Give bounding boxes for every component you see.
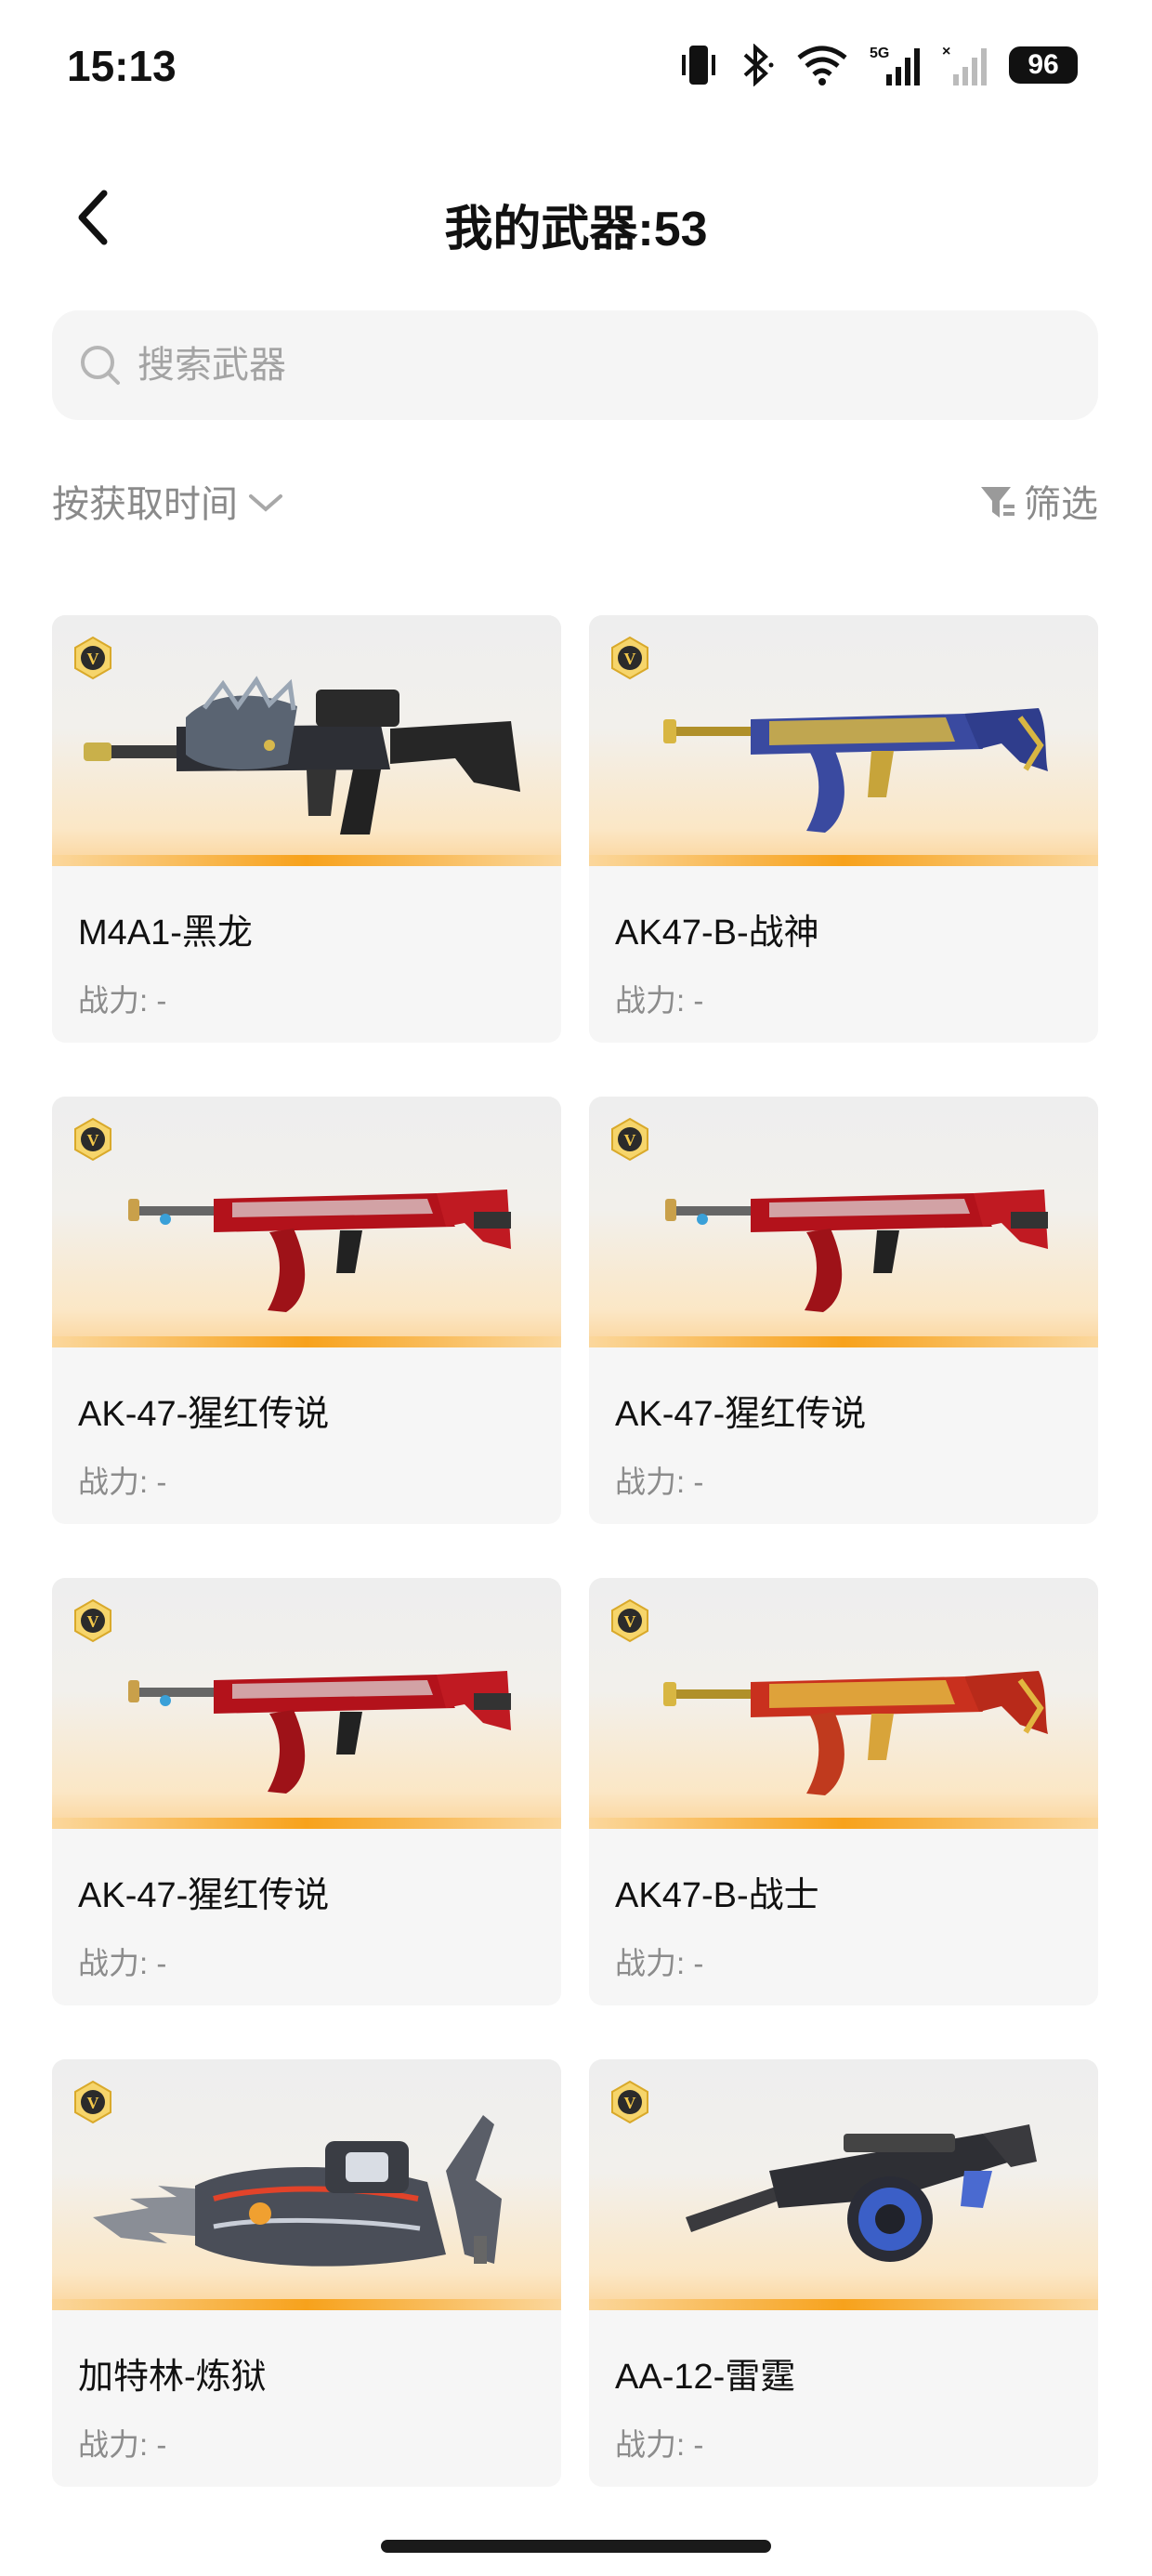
weapon-card[interactable]: AA-12-雷霆 战力: - [589, 2059, 1098, 2487]
weapon-image-area [52, 1097, 561, 1347]
home-indicator[interactable] [381, 2540, 771, 2553]
ak47-scarlet-legend-icon [665, 1189, 1048, 1312]
sort-label: 按获取时间 [52, 484, 238, 525]
filter-icon [981, 487, 1015, 518]
weapon-name: AK-47-猩红传说 [78, 1395, 330, 1434]
signal-weak-icon: × [942, 44, 987, 85]
ak47-b-god-of-war-icon [663, 708, 1048, 833]
svg-text:×: × [942, 44, 950, 59]
weapon-image-area [589, 1578, 1098, 1829]
bluetooth-icon [743, 44, 774, 86]
ak47-b-warrior-icon [663, 1671, 1048, 1795]
ak47-scarlet-legend-icon [128, 1671, 511, 1794]
weapon-power: 战力: - [615, 1465, 704, 1499]
weapon-card[interactable]: AK-47-猩红传说 战力: - [589, 1097, 1098, 1524]
weapon-name: AA-12-雷霆 [615, 2358, 796, 2397]
sort-dropdown[interactable]: 按获取时间 [52, 474, 284, 528]
svg-text:5G: 5G [870, 46, 889, 61]
aa12-thunder-icon [686, 2124, 1037, 2262]
weapon-image-area [52, 2059, 561, 2310]
weapon-power: 战力: - [78, 2427, 167, 2462]
wifi-icon [797, 46, 847, 85]
ak47-scarlet-legend-icon [128, 1189, 511, 1312]
status-bar: 15:13 5G × 96 [0, 0, 1152, 130]
battery-indicator: 96 [1009, 46, 1078, 84]
weapon-card[interactable]: M4A1-黑龙 战力: - [52, 615, 561, 1043]
weapon-power: 战力: - [615, 2427, 704, 2462]
weapon-image-area [589, 2059, 1098, 2310]
weapon-card[interactable]: AK-47-猩红传说 战力: - [52, 1578, 561, 2005]
weapon-image-area [589, 1097, 1098, 1347]
weapon-image-area [589, 615, 1098, 866]
vibrate-icon [682, 46, 715, 85]
search-input[interactable] [136, 343, 975, 388]
weapon-card[interactable]: AK-47-猩红传说 战力: - [52, 1097, 561, 1524]
chevron-down-icon [249, 494, 282, 512]
weapon-card[interactable]: AK47-B-战神 战力: - [589, 615, 1098, 1043]
m4a1-black-dragon-icon [84, 676, 520, 835]
filter-label: 筛选 [1024, 484, 1098, 525]
weapon-image-area [52, 1578, 561, 1829]
weapon-power: 战力: - [78, 1946, 167, 1980]
weapon-name: AK47-B-战神 [615, 913, 819, 953]
search-icon [78, 343, 123, 388]
weapon-card[interactable]: 加特林-炼狱 战力: - [52, 2059, 561, 2487]
weapon-name: AK-47-猩红传说 [78, 1876, 330, 1915]
status-icons: 5G × 96 [680, 43, 1078, 87]
filter-button[interactable]: 筛选 [979, 474, 1098, 528]
page-title: 我的武器:53 [444, 203, 708, 256]
weapon-power: 战力: - [615, 1946, 704, 1980]
weapon-grid: M4A1-黑龙 战力: - AK47-B-战神 战力: - AK-47-猩红传说… [52, 615, 1098, 2487]
weapon-name: AK47-B-战士 [615, 1876, 819, 1915]
weapon-name: 加特林-炼狱 [78, 2358, 267, 2397]
sort-filter-row: 按获取时间 筛选 [52, 474, 1098, 533]
weapon-power: 战力: - [78, 1465, 167, 1499]
weapon-name: M4A1-黑龙 [78, 913, 253, 953]
status-time: 15:13 [67, 42, 177, 90]
weapon-image-area [52, 615, 561, 866]
gatling-purgatory-icon [93, 2115, 502, 2267]
weapon-power: 战力: - [615, 983, 704, 1018]
signal-5g-icon: 5G [870, 46, 920, 85]
weapon-name: AK-47-猩红传说 [615, 1395, 867, 1434]
header: 我的武器:53 [0, 158, 1152, 279]
weapon-power: 战力: - [78, 983, 167, 1018]
search-bar[interactable] [52, 310, 1098, 420]
weapon-card[interactable]: AK47-B-战士 战力: - [589, 1578, 1098, 2005]
